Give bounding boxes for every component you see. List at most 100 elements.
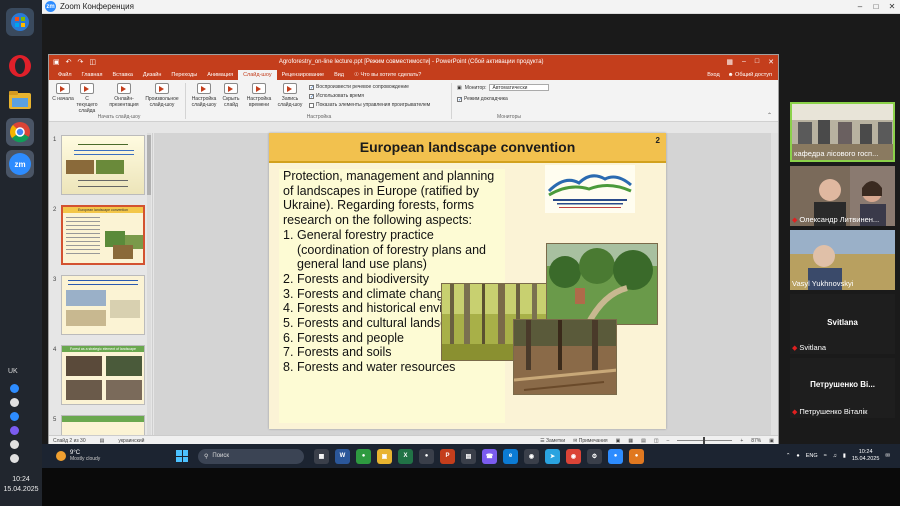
participant-tile[interactable]: Петрушенко Ві... ◆ Петрушенко Віталік — [790, 358, 895, 418]
tell-me-search[interactable]: ☉ Что вы хотите сделать? — [349, 70, 426, 80]
current-slide[interactable]: European landscape convention 2 Protecti… — [269, 133, 666, 429]
chevron-up-icon[interactable]: ⌃ — [786, 453, 791, 459]
proofing-icon[interactable]: ▤ — [100, 438, 105, 444]
windows-icon[interactable] — [6, 8, 34, 36]
tray-app-icon[interactable]: ● — [796, 453, 799, 459]
online-present-button[interactable]: Онлайн-презентация — [107, 83, 141, 108]
tab-review[interactable]: Рецензирование — [277, 70, 329, 80]
maximize-icon[interactable]: □ — [868, 0, 884, 14]
task-view-icon[interactable]: ▦ — [314, 448, 329, 464]
ppt-maximize-icon[interactable]: □ — [755, 58, 759, 66]
scrollbar-thumb[interactable] — [147, 135, 151, 195]
editor-scrollbar[interactable] — [771, 133, 778, 435]
tab-slideshow[interactable]: Слайд-шоу — [238, 70, 277, 80]
hide-slide-button[interactable]: Скрыть слайд — [219, 83, 243, 108]
viber-icon[interactable] — [10, 426, 19, 435]
undo-icon[interactable]: ↶ — [66, 58, 72, 66]
weather-widget[interactable]: 9°C Mostly cloudy — [56, 450, 176, 462]
participant-tile[interactable]: кафедра лісового госп... — [790, 102, 895, 162]
zoom-out-icon[interactable]: – — [667, 438, 670, 444]
thumbnails-scrollbar[interactable] — [147, 133, 151, 435]
viber-taskbar-icon[interactable]: ☎ — [482, 448, 497, 464]
chrome-taskbar-icon[interactable]: ◉ — [524, 448, 539, 464]
custom-show-button[interactable]: Произвольное слайд-шоу — [143, 83, 181, 108]
rehearse-timings-button[interactable]: Настройка времени — [245, 83, 273, 108]
app-dark-icon[interactable]: ● — [419, 448, 434, 464]
close-icon[interactable]: ✕ — [884, 0, 900, 14]
normal-view-icon[interactable]: ▣ — [616, 438, 621, 444]
notes-button[interactable]: ☰ Заметки — [540, 438, 565, 444]
help-icon[interactable] — [10, 384, 19, 393]
folder-icon[interactable] — [6, 86, 34, 114]
tab-view[interactable]: Вид — [329, 70, 349, 80]
collapse-ribbon-icon[interactable]: ⌃ — [767, 112, 772, 119]
document-icon[interactable]: ▤ — [461, 448, 476, 464]
save-icon[interactable]: ▣ — [53, 58, 60, 66]
chrome-profile-icon[interactable]: ◉ — [566, 448, 581, 464]
fit-slide-icon[interactable]: ▣ — [769, 438, 774, 444]
record-show-button[interactable]: Запись слайд-шоу — [275, 83, 305, 108]
setup-show-button[interactable]: Настройка слайд-шоу — [189, 83, 219, 108]
start-menu-icon[interactable] — [176, 450, 188, 462]
powerpoint-icon[interactable]: P — [440, 448, 455, 464]
tab-transitions[interactable]: Переходы — [166, 70, 202, 80]
slide-thumbnail-3[interactable] — [61, 275, 145, 335]
excel-icon[interactable]: X — [398, 448, 413, 464]
settings-icon[interactable] — [10, 398, 19, 407]
use-timings-checkbox[interactable]: ✓ Использовать время — [309, 93, 364, 99]
signin-link[interactable]: Вход — [707, 70, 719, 80]
start-show-icon[interactable]: ◫ — [89, 58, 96, 66]
media-controls-checkbox[interactable]: Показать элементы управления проигрывате… — [309, 102, 430, 108]
comments-button[interactable]: ✉ Примечания — [573, 438, 607, 444]
battery-icon[interactable]: ▮ — [843, 453, 846, 459]
tab-animation[interactable]: Анимация — [202, 70, 238, 80]
tab-design[interactable]: Дизайн — [138, 70, 167, 80]
wifi-icon[interactable]: ≈ — [824, 453, 827, 459]
volume-tray-icon[interactable]: ♫ — [833, 453, 837, 459]
file-explorer-icon[interactable]: ▣ — [377, 448, 392, 464]
app-orange-icon[interactable]: ● — [629, 448, 644, 464]
slide-thumbnail-1[interactable] — [61, 135, 145, 195]
language-status[interactable]: украинский — [118, 438, 144, 444]
zoom-taskbar-icon[interactable]: ● — [608, 448, 623, 464]
network-icon[interactable] — [10, 440, 19, 449]
tray-clock[interactable]: 10:24 15.04.2025 — [852, 449, 880, 463]
word-icon[interactable]: W — [335, 448, 350, 464]
participant-tile[interactable]: Vasyl Yukhnovskyi — [790, 230, 895, 290]
ppt-close-icon[interactable]: ✕ — [768, 58, 774, 66]
presenter-view-checkbox[interactable]: ✓ Режим докладчика — [457, 96, 508, 102]
opera-icon[interactable] — [6, 52, 34, 80]
redo-icon[interactable]: ↷ — [78, 58, 84, 66]
notifications-icon[interactable]: ✉ — [885, 453, 890, 459]
monitor-select[interactable]: ▣ Монитор: Автоматически — [457, 84, 550, 91]
slide-thumbnail-4[interactable]: Forest as a strategic element of landsca… — [61, 345, 145, 405]
tab-file[interactable]: Файл — [53, 70, 77, 80]
zoom-icon[interactable]: zm — [6, 150, 34, 178]
from-current-button[interactable]: С текущего слайда — [75, 83, 99, 114]
participant-tile[interactable]: Svitlana ◆ Svitlana — [790, 294, 895, 354]
slide-thumbnail-5[interactable] — [61, 415, 145, 435]
app-green-icon[interactable]: ● — [356, 448, 371, 464]
share-button[interactable]: ☻ Общий доступ — [728, 70, 772, 80]
volume-icon[interactable] — [10, 454, 19, 463]
tray-lang[interactable]: ENG — [806, 453, 818, 459]
slideshow-view-icon[interactable]: ◫ — [654, 438, 659, 444]
slide-thumbnail-2[interactable]: European landscape convention — [61, 205, 145, 265]
ribbon-options-icon[interactable]: ▦ — [726, 58, 733, 66]
slide-sorter-icon[interactable]: ▦ — [628, 438, 633, 444]
zoom-level[interactable]: 87% — [751, 438, 761, 444]
tab-insert[interactable]: Вставка — [107, 70, 137, 80]
zoom-tray-icon[interactable] — [10, 412, 19, 421]
settings-taskbar-icon[interactable]: ⚙ — [587, 448, 602, 464]
reading-view-icon[interactable]: ▤ — [641, 438, 646, 444]
from-start-button[interactable]: С начала — [51, 83, 75, 102]
participant-tile[interactable]: ◆ Олександр Литвинен... — [790, 166, 895, 226]
narration-checkbox[interactable]: ✓ Воспроизвести речевое сопровождение — [309, 84, 409, 90]
zoom-in-icon[interactable]: + — [740, 438, 743, 444]
chrome-icon[interactable] — [6, 118, 34, 146]
tab-home[interactable]: Главная — [77, 70, 108, 80]
edge-icon[interactable]: e — [503, 448, 518, 464]
zoom-slider[interactable] — [677, 437, 733, 444]
ppt-minimize-icon[interactable]: – — [742, 58, 746, 66]
minimize-icon[interactable]: – — [852, 0, 868, 14]
